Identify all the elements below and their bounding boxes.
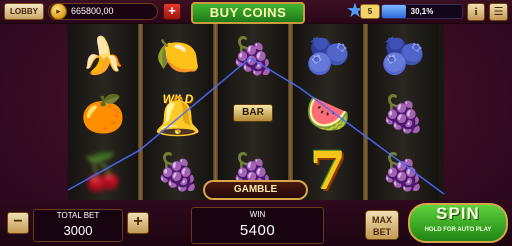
info-button[interactable]: i [467,3,485,21]
level-badge: 5 [360,4,380,19]
grapes-icon: 🍇 [380,151,426,192]
lobby-button[interactable]: LOBBY [4,3,44,20]
max-bet-button[interactable]: MAX BET [365,210,399,240]
cherry-icon: 🍒 [80,151,126,192]
max-bet-label: MAX [372,215,392,225]
coin-balance: 665800,00 [71,6,114,16]
orange-icon: 🍊 [80,93,126,134]
max-bet-label: BET [373,227,391,237]
spin-label: SPIN [436,204,480,223]
gamble-button[interactable]: GAMBLE [203,180,308,200]
buy-coins-button[interactable]: BUY COINS [191,2,305,24]
spin-sub-label: HOLD FOR AUTO PLAY [424,227,492,233]
coin-icon: ▸ [50,3,67,20]
grapes-icon: 🍇 [380,93,426,134]
plum-icon: 🫐 [305,35,351,76]
increase-bet-button[interactable]: + [127,212,149,234]
grapes-icon: 🍇 [155,151,201,192]
bar-label: BAR [233,104,273,122]
decrease-bet-button[interactable]: − [7,212,29,234]
total-bet-label: TOTAL BET [56,211,100,220]
bell-icon: 🔔 [154,96,202,138]
add-coins-button[interactable]: + [163,3,181,20]
total-bet-value: 3000 [63,223,93,238]
win-value: 5400 [239,222,276,239]
watermelon-icon: 🍉 [305,93,351,134]
lemon-icon: 🍋 [155,35,201,76]
banana-icon: 🍌 [80,35,126,76]
win-label: WIN [249,210,266,219]
bar-icon: BAR [221,86,285,142]
wild-bell-icon: WILD 🔔 [146,84,210,140]
grapes-icon: 🍇 [230,35,276,76]
plum-icon: 🫐 [380,35,426,76]
menu-button[interactable]: ☰ [489,3,508,21]
xp-percent: 30,1% [410,7,434,16]
